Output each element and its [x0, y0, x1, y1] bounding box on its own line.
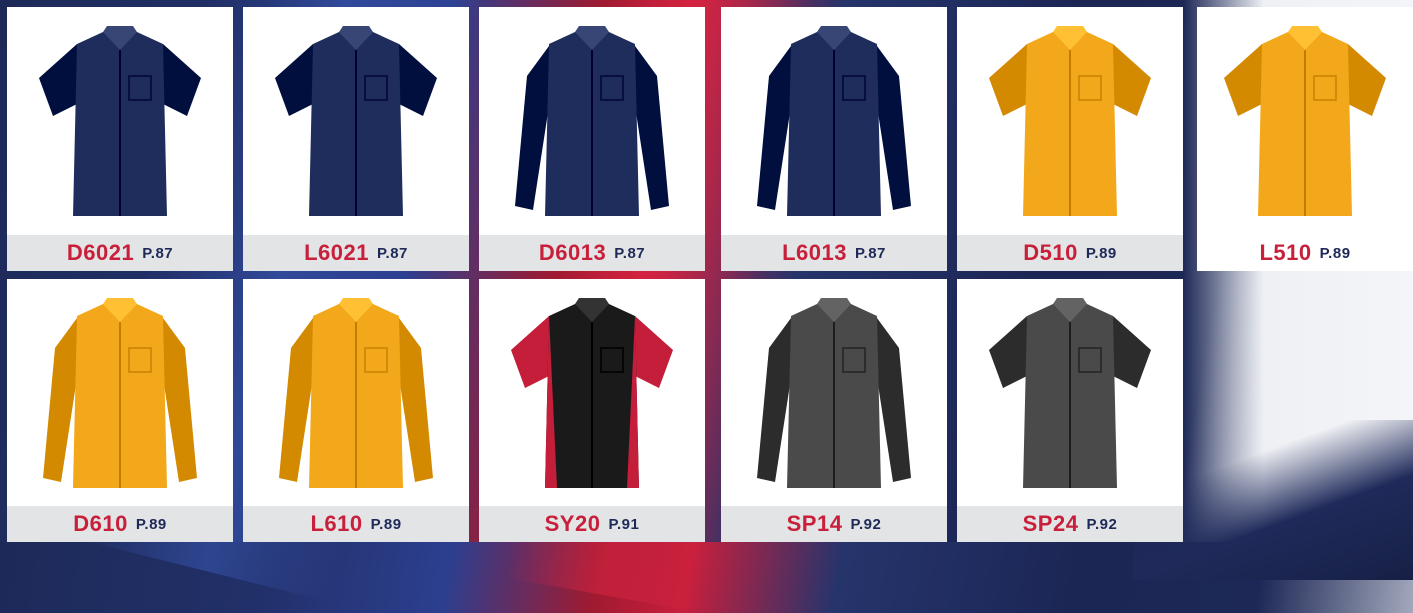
right-sleeve: [395, 44, 437, 116]
left-sleeve: [757, 46, 791, 210]
product-caption: D6013 P.87: [479, 235, 705, 271]
product-card[interactable]: SP24 P.92: [957, 279, 1183, 542]
product-card[interactable]: SY20 P.91: [479, 279, 705, 542]
right-sleeve: [399, 317, 433, 482]
left-sleeve: [989, 315, 1031, 388]
product-card[interactable]: L510 P.89: [1197, 7, 1413, 271]
product-caption: SP24 P.92: [957, 506, 1183, 542]
shirt-image: [957, 279, 1183, 506]
left-sleeve: [275, 44, 317, 116]
product-code: SP24: [1022, 511, 1079, 536]
product-card[interactable]: L610 P.89: [243, 279, 469, 542]
product-caption: L510 P.89: [1197, 235, 1413, 271]
product-page: P.87: [376, 244, 408, 262]
left-sleeve: [279, 317, 313, 482]
right-sleeve: [631, 315, 673, 388]
shirt-image: [721, 279, 947, 506]
shirt-image: [479, 279, 705, 506]
shirt-image: [721, 7, 947, 235]
product-page: P.89: [1085, 244, 1117, 262]
right-sleeve: [159, 44, 201, 116]
product-page: P.89: [1319, 244, 1351, 262]
product-caption: L6021 P.87: [243, 235, 469, 271]
product-code: D510: [1023, 240, 1078, 265]
product-card[interactable]: D6021 P.87: [7, 7, 233, 271]
product-code: D6021: [66, 240, 135, 265]
product-caption: SP14 P.92: [721, 506, 947, 542]
right-sleeve: [877, 317, 911, 482]
left-sleeve: [757, 317, 791, 482]
right-sleeve: [877, 46, 911, 210]
product-code: D6013: [538, 240, 607, 265]
product-card[interactable]: D610 P.89: [7, 279, 233, 542]
right-sleeve: [635, 46, 669, 210]
product-page: P.92: [850, 515, 882, 533]
product-card[interactable]: SP14 P.92: [721, 279, 947, 542]
product-code: D610: [73, 511, 128, 536]
shirt-image: [7, 7, 233, 235]
product-card[interactable]: L6021 P.87: [243, 7, 469, 271]
product-caption: SY20 P.91: [479, 506, 705, 542]
product-page: P.87: [854, 244, 886, 262]
shirt-image: [479, 7, 705, 235]
product-caption: D610 P.89: [7, 506, 233, 542]
left-sleeve: [39, 44, 81, 116]
product-card[interactable]: L6013 P.87: [721, 7, 947, 271]
product-code: SP14: [786, 511, 843, 536]
product-card[interactable]: D6013 P.87: [479, 7, 705, 271]
left-sleeve: [43, 317, 77, 482]
product-code: L6013: [782, 240, 847, 265]
product-code: SY20: [544, 511, 601, 536]
product-code: L6021: [304, 240, 369, 265]
shirt-image: [243, 279, 469, 506]
right-sleeve: [1344, 44, 1386, 116]
shirt-image: [7, 279, 233, 506]
left-sleeve: [1224, 44, 1266, 116]
product-code: L510: [1259, 240, 1312, 265]
shirt-image: [1197, 7, 1413, 235]
product-caption: L610 P.89: [243, 506, 469, 542]
shirt-image: [243, 7, 469, 235]
product-page: P.91: [608, 515, 640, 533]
right-sleeve: [163, 317, 197, 482]
product-caption: L6013 P.87: [721, 235, 947, 271]
shirt-image: [957, 7, 1183, 235]
right-sleeve: [1109, 44, 1151, 116]
left-sleeve: [511, 315, 553, 388]
product-page: P.87: [614, 244, 646, 262]
left-sleeve: [989, 44, 1031, 116]
right-sleeve: [1109, 315, 1151, 388]
product-page: P.89: [135, 515, 167, 533]
product-caption: D6021 P.87: [7, 235, 233, 271]
product-code: L610: [310, 511, 363, 536]
product-page: P.89: [370, 515, 402, 533]
product-caption: D510 P.89: [957, 235, 1183, 271]
product-page: P.87: [142, 244, 174, 262]
left-sleeve: [515, 46, 549, 210]
product-page: P.92: [1086, 515, 1118, 533]
product-card[interactable]: D510 P.89: [957, 7, 1183, 271]
